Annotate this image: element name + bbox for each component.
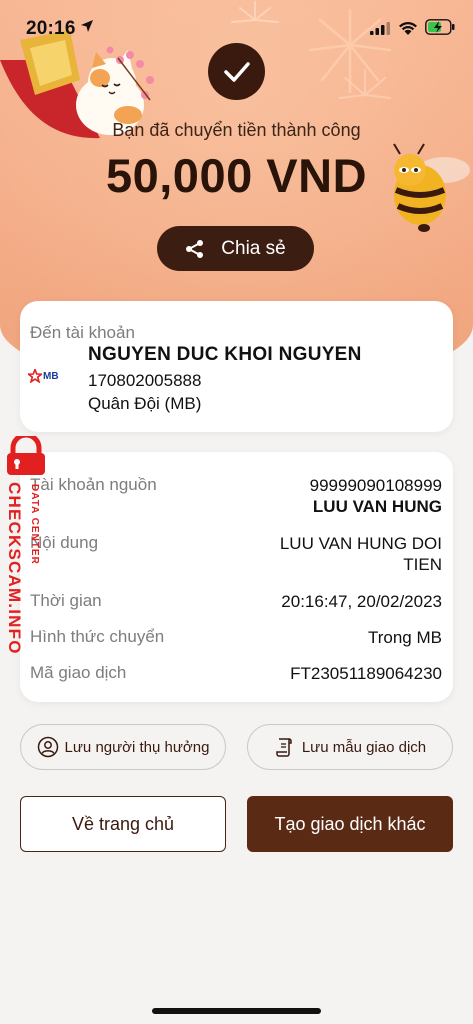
mb-star-icon (28, 369, 42, 383)
success-message: Bạn đã chuyển tiền thành công (112, 120, 361, 140)
padlock-icon (7, 436, 45, 475)
cellular-signal-icon (370, 22, 390, 35)
checkscam-watermark: CHECKSCAM.INFO DATA CENTER (0, 436, 52, 676)
save-beneficiary-button[interactable]: Lưu người thụ hưởng (20, 724, 226, 770)
recipient-label: Đến tài khoản (30, 323, 135, 342)
watermark-main-text: CHECKSCAM.INFO (5, 482, 24, 655)
share-label: Chia sẻ (221, 237, 286, 259)
checkmark-icon (223, 61, 250, 82)
watermark-sub-text: DATA CENTER (29, 484, 40, 565)
recipient-account-number: 170802005888 (88, 371, 202, 390)
home-indicator (152, 1008, 321, 1014)
battery-charging-icon (425, 19, 455, 35)
recipient-bank: Quân Đội (MB) (88, 394, 202, 413)
share-icon (186, 239, 204, 258)
mb-logo-text: MB (43, 370, 59, 382)
new-transaction-button[interactable]: Tạo giao dịch khác (247, 796, 453, 852)
detail-value: Trong MB (367, 628, 442, 647)
detail-value: 20:16:47, 20/02/2023 (281, 592, 442, 611)
location-arrow-icon (81, 20, 93, 32)
detail-value: FT23051189064230 (290, 664, 442, 683)
mb-bank-logo: MB (28, 369, 64, 383)
wifi-icon (399, 22, 417, 35)
detail-value: LUU VAN HUNG DOI TIEN (280, 533, 442, 575)
save-template-button[interactable]: Lưu mẫu giao dịch (247, 724, 453, 770)
transaction-details-card: Tài khoản nguồn 99999090108999 LUU VAN H… (20, 452, 453, 702)
status-time: 20:16 (26, 18, 76, 39)
document-icon (276, 738, 292, 757)
content-line-1: LUU VAN HUNG DOI (279, 534, 442, 553)
share-button[interactable]: Chia sẻ (157, 226, 314, 271)
detail-value: 99999090108999 LUU VAN HUNG (310, 475, 442, 517)
content-line-2: TIEN (403, 555, 442, 574)
source-account-holder: LUU VAN HUNG (312, 497, 442, 516)
success-check-badge (208, 43, 265, 100)
recipient-name: NGUYEN DUC KHOI NGUYEN (88, 344, 362, 365)
save-beneficiary-label: Lưu người thụ hưởng (64, 738, 210, 756)
user-circle-icon (37, 736, 58, 758)
home-button[interactable]: Về trang chủ (20, 796, 226, 852)
source-account-number: 99999090108999 (309, 476, 442, 495)
save-template-label: Lưu mẫu giao dịch (301, 738, 427, 756)
transfer-amount: 50,000 VND (105, 149, 368, 202)
recipient-card: Đến tài khoản MB NGUYEN DUC KHOI NGUYEN … (20, 301, 453, 432)
